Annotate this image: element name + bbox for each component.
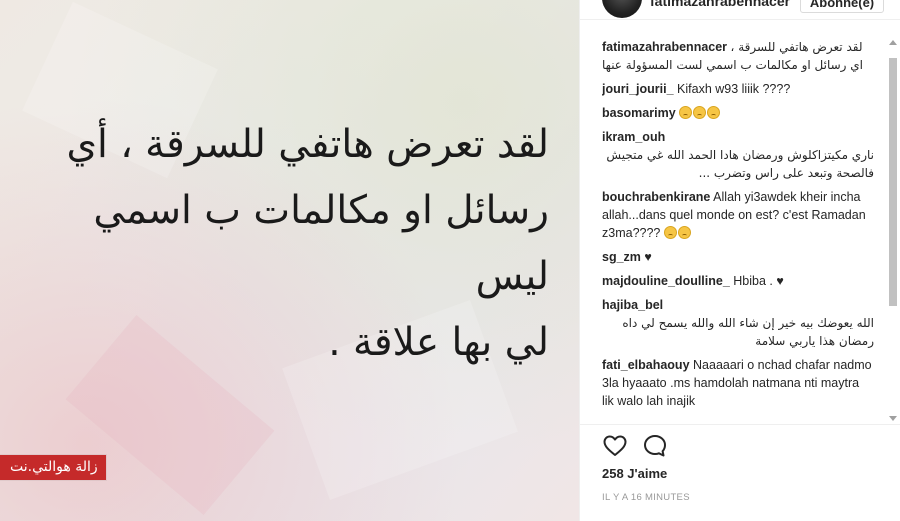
post-header: fatimazahrabennacer Abonné(e) — [580, 0, 900, 20]
comment-author[interactable]: sg_zm — [602, 250, 641, 264]
comments-list[interactable]: fatimazahrabennacer لقد تعرض هاتفي للسرق… — [602, 38, 874, 423]
watermark: زالة هوالتي.نت — [0, 455, 106, 480]
comment-author[interactable]: basomarimy — [602, 106, 676, 120]
comment-author[interactable]: jouri_jourii_ — [602, 82, 674, 96]
comment-author[interactable]: fatimazahrabennacer — [602, 40, 727, 54]
comment-text: Hbiba . ♥ — [733, 274, 784, 288]
comment-item: bouchrabenkirane Allah yi3awdek kheir in… — [602, 188, 874, 242]
comment-text: ♥ — [644, 250, 652, 264]
comment-item: fati_elbahaouy Naaaaari o nchad chafar n… — [602, 356, 874, 410]
post-image-text-line: رسائل او مكالمات ب اسمي ليس — [93, 188, 549, 299]
comment-author[interactable]: ikram_ouh — [602, 130, 665, 144]
crying-face-icon — [693, 106, 707, 119]
comment-item: basomarimy — [602, 104, 874, 122]
comment-author[interactable]: fati_elbahaouy — [602, 358, 690, 372]
crying-face-icon — [679, 106, 693, 119]
sad-face-icon — [663, 226, 677, 239]
crying-face-icon — [707, 106, 721, 119]
comment-item: jouri_jourii_ Kifaxh w93 liiik ???? — [602, 80, 874, 98]
comment-author[interactable]: bouchrabenkirane — [602, 190, 710, 204]
comment-item: ikram_ouh ناري مكيتزاكلوش ورمضان هادا ال… — [602, 128, 874, 182]
likes-count[interactable]: 258 J'aime — [602, 466, 667, 481]
post-side-panel: fatimazahrabennacer Abonné(e) fatimazahr… — [579, 0, 900, 521]
scroll-up-arrow-icon[interactable] — [889, 40, 897, 45]
comment-item: sg_zm ♥ — [602, 248, 874, 266]
header-username[interactable]: fatimazahrabennacer — [650, 0, 790, 9]
scroll-down-arrow-icon[interactable] — [889, 416, 897, 421]
post-timestamp[interactable]: IL Y A 16 MINUTES — [602, 492, 690, 503]
comment-item: fatimazahrabennacer لقد تعرض هاتفي للسرق… — [602, 38, 874, 74]
post-image-text: لقد تعرض هاتفي للسرقة ، أي رسائل او مكال… — [19, 112, 549, 376]
comment-author[interactable]: majdouline_doulline_ — [602, 274, 730, 288]
post-actions: 258 J'aime IL Y A 16 MINUTES — [580, 424, 900, 503]
comment-text: الله يعوضك بيه خير إن شاء الله والله يسم… — [622, 316, 874, 348]
comment-text: ناري مكيتزاكلوش ورمضان هادا الحمد الله غ… — [606, 148, 874, 180]
sad-face-icon — [677, 226, 691, 239]
heart-outline-icon[interactable] — [602, 433, 628, 459]
comment-item: hajiba_bel الله يعوضك بيه خير إن شاء الل… — [602, 296, 874, 350]
comments-scrollbar[interactable] — [888, 38, 898, 423]
comment-author[interactable]: hajiba_bel — [602, 298, 663, 312]
scrollbar-thumb[interactable] — [889, 58, 897, 306]
comment-text: Kifaxh w93 liiik ???? — [677, 82, 791, 96]
post-image-text-line: لي بها علاقة . — [328, 320, 549, 365]
post-image-text-line: لقد تعرض هاتفي للسرقة ، أي — [66, 122, 549, 167]
follow-button[interactable]: Abonné(e) — [800, 0, 884, 13]
avatar[interactable] — [602, 0, 642, 18]
comment-item: majdouline_doulline_ Hbiba . ♥ — [602, 272, 874, 290]
post-image: لقد تعرض هاتفي للسرقة ، أي رسائل او مكال… — [0, 0, 579, 521]
speech-bubble-icon[interactable] — [642, 433, 668, 459]
